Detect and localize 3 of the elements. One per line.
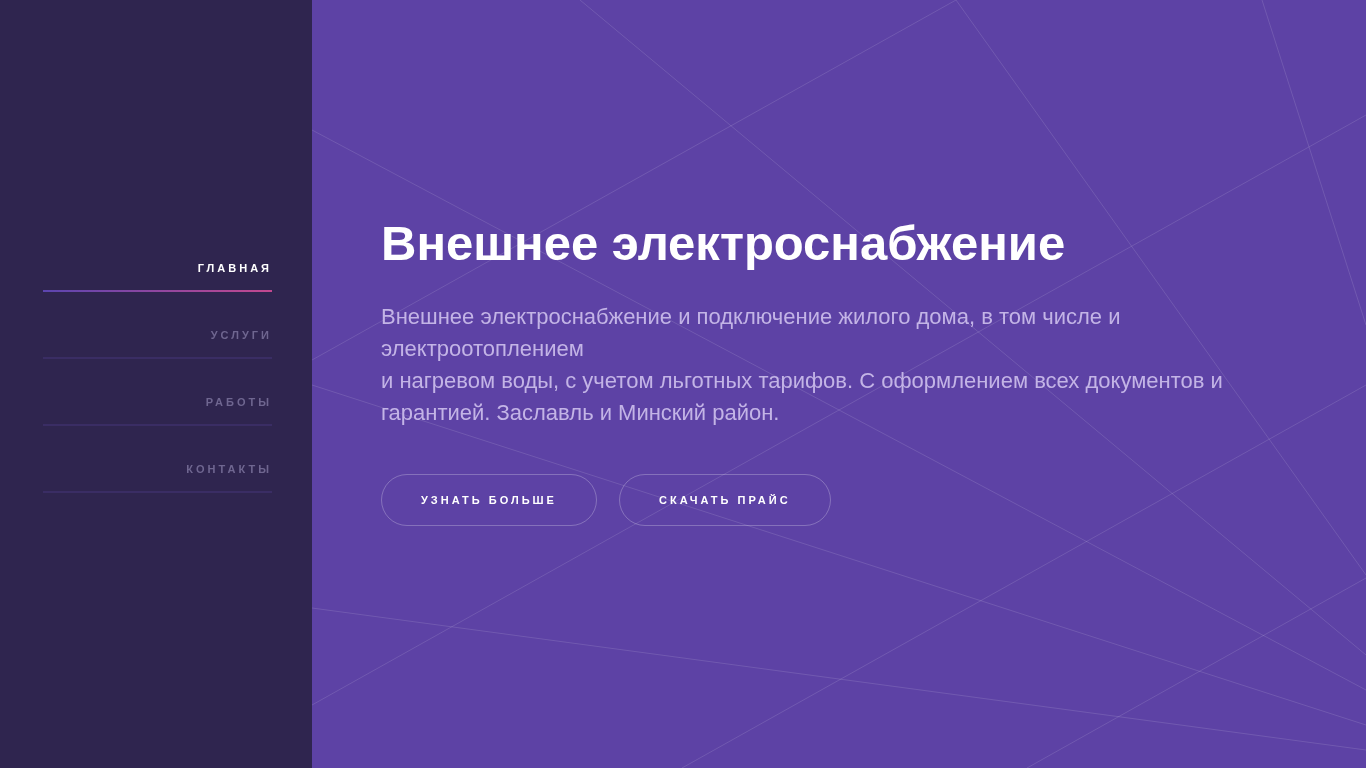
nav-link[interactable]: ГЛАВНАЯ	[43, 262, 272, 292]
hero-title: Внешнее электроснабжение	[381, 215, 1067, 272]
hero-description: Внешнее электроснабжение и подключение жилого дома, в том числе и электроотоплением и нагревом воды, с учетом льготных тарифов. С оформлением всех документов и гарантией. Заславль и Минский район.	[381, 303, 1224, 427]
